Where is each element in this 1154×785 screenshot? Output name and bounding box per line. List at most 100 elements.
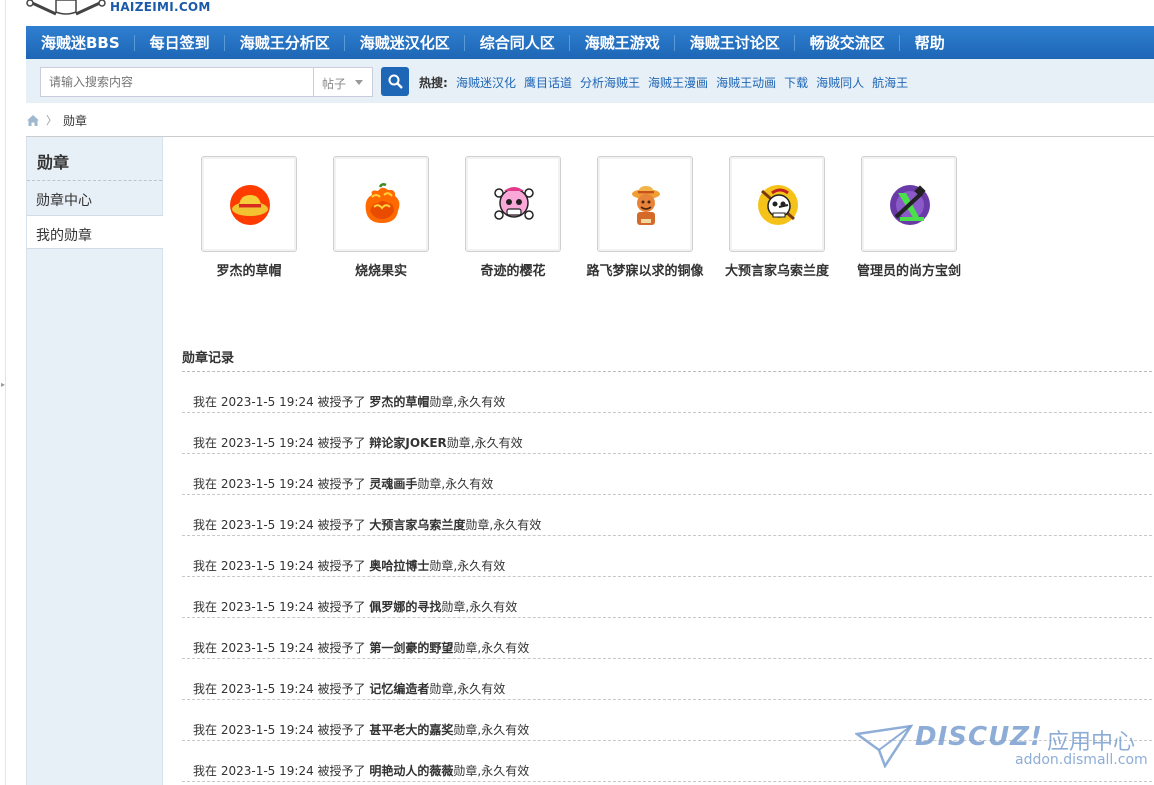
nav-item-fanworks[interactable]: 综合同人区 <box>465 26 570 59</box>
record-granted: 被授予了 <box>317 518 366 532</box>
nav-item-signin[interactable]: 每日签到 <box>135 26 225 59</box>
main-nav: 海贼迷BBS 每日签到 海贼王分析区 海贼迷汉化区 综合同人区 海贼王游戏 海贼… <box>26 26 1154 59</box>
records-list: 我在 2023-1-5 19:24 被授予了 罗杰的草帽勋章,永久有效 我在 20… <box>182 372 1152 782</box>
hot-search-links: 海贼迷汉化 鹰目话道 分析海贼王 海贼王漫画 海贼王动画 下载 海贼同人 航海王 <box>456 74 908 91</box>
sidebar: 勋章 勋章中心 我的勋章 <box>26 137 163 785</box>
hot-link[interactable]: 下载 <box>784 74 808 91</box>
medal-frame <box>861 156 957 252</box>
medal-item[interactable]: 烧烧果实 <box>315 156 447 279</box>
medal-frame <box>597 156 693 252</box>
record-suffix: 勋章,永久有效 <box>429 682 506 696</box>
record-suffix: 勋章,永久有效 <box>429 395 506 409</box>
record-time: 2023-1-5 19:24 <box>220 600 314 614</box>
record-medal-name: 奥哈拉博士 <box>369 559 430 573</box>
nav-item-discussion[interactable]: 海贼王讨论区 <box>675 26 795 59</box>
record-medal-name: 第一剑豪的野望 <box>369 641 454 655</box>
record-row: 我在 2023-1-5 19:24 被授予了 奥哈拉博士勋章,永久有效 <box>182 536 1152 577</box>
home-icon[interactable] <box>26 114 40 127</box>
pink-jolly-roger-icon <box>494 187 534 220</box>
nav-item-analysis[interactable]: 海贼王分析区 <box>225 26 345 59</box>
paper-plane-icon <box>855 724 913 768</box>
record-suffix: 勋章,永久有效 <box>441 600 518 614</box>
hot-search-label: 热搜: <box>419 76 448 90</box>
record-granted: 被授予了 <box>317 600 366 614</box>
search-bar: 帖子 热搜: 海贼迷汉化 鹰目话道 分析海贼王 海贼王漫画 海贼王动画 下载 海… <box>26 59 1154 103</box>
record-time: 2023-1-5 19:24 <box>220 477 314 491</box>
hot-link[interactable]: 分析海贼王 <box>580 74 640 91</box>
hot-link[interactable]: 海贼王漫画 <box>648 74 708 91</box>
medal-item[interactable]: 罗杰的草帽 <box>183 156 315 279</box>
search-type-select[interactable]: 帖子 <box>313 67 373 97</box>
medal-frame <box>729 156 825 252</box>
record-row: 我在 2023-1-5 19:24 被授予了 第一剑豪的野望勋章,永久有效 <box>182 618 1152 659</box>
medal-item[interactable]: 管理员的尚方宝剑 <box>843 156 975 279</box>
nav-item-bbs[interactable]: 海贼迷BBS <box>26 26 135 59</box>
record-granted: 被授予了 <box>317 641 366 655</box>
record-time: 2023-1-5 19:24 <box>220 641 314 655</box>
breadcrumb-separator-icon: 〉 <box>46 114 57 127</box>
medal-item[interactable]: 大预言家乌索兰度 <box>711 156 843 279</box>
breadcrumb-divider <box>26 136 1154 137</box>
watermark-url: addon.dismall.com <box>1015 752 1148 768</box>
medal-name: 烧烧果实 <box>354 264 407 279</box>
medal-name: 奇迹的樱花 <box>480 264 546 279</box>
sidebar-item-my-medals[interactable]: 我的勋章 <box>27 215 163 249</box>
breadcrumb-current: 勋章 <box>63 113 88 128</box>
nav-item-help[interactable]: 帮助 <box>900 26 960 59</box>
search-button[interactable] <box>381 67 409 96</box>
record-granted: 被授予了 <box>317 436 366 450</box>
medal-item[interactable]: 奇迹的樱花 <box>447 156 579 279</box>
record-suffix: 勋章,永久有效 <box>429 559 506 573</box>
record-medal-name: 佩罗娜的寻找 <box>369 600 442 614</box>
left-edge-strip: ▸ <box>0 0 6 785</box>
devil-fruit-icon <box>365 183 400 223</box>
medal-name: 大预言家乌索兰度 <box>724 264 829 279</box>
search-icon <box>388 74 403 89</box>
hot-link[interactable]: 海贼王动画 <box>716 74 776 91</box>
record-suffix: 勋章,永久有效 <box>453 723 530 737</box>
medal-frame <box>465 156 561 252</box>
record-granted: 被授予了 <box>317 723 366 737</box>
record-time: 2023-1-5 19:24 <box>220 395 314 409</box>
medal-frame <box>333 156 429 252</box>
record-granted: 被授予了 <box>317 395 366 409</box>
hot-link[interactable]: 海贼同人 <box>816 74 864 91</box>
record-medal-name: 大预言家乌索兰度 <box>369 518 466 532</box>
record-suffix: 勋章,永久有效 <box>465 518 542 532</box>
medal-item[interactable]: 路飞梦寐以求的铜像 <box>579 156 711 279</box>
search-input[interactable] <box>40 67 313 97</box>
straw-hat-icon <box>230 185 270 225</box>
logo-text: HAIZEIMI.COM <box>110 0 211 14</box>
admin-sword-icon <box>890 185 930 225</box>
medal-frame <box>201 156 297 252</box>
record-medal-name: 灵魂画手 <box>369 477 418 491</box>
record-suffix: 勋章,永久有效 <box>453 641 530 655</box>
record-time: 2023-1-5 19:24 <box>220 723 314 737</box>
record-row: 我在 2023-1-5 19:24 被授予了 辩论家JOKER勋章,永久有效 <box>182 413 1152 454</box>
breadcrumb: 〉 勋章 <box>26 111 87 129</box>
record-granted: 被授予了 <box>317 764 366 778</box>
record-medal-name: 辩论家JOKER <box>369 436 447 450</box>
hot-link[interactable]: 鹰目话道 <box>524 74 572 91</box>
hot-link[interactable]: 航海王 <box>872 74 908 91</box>
sidebar-item-medal-center[interactable]: 勋章中心 <box>27 181 162 215</box>
collapse-arrow-icon[interactable]: ▸ <box>1 380 5 389</box>
record-prefix: 我在 <box>193 436 218 450</box>
record-prefix: 我在 <box>193 477 218 491</box>
nav-item-chat[interactable]: 畅谈交流区 <box>795 26 900 59</box>
record-prefix: 我在 <box>193 682 218 696</box>
nav-item-games[interactable]: 海贼王游戏 <box>570 26 675 59</box>
record-row: 我在 2023-1-5 19:24 被授予了 大预言家乌索兰度勋章,永久有效 <box>182 495 1152 536</box>
records-title: 勋章记录 <box>182 351 235 366</box>
record-medal-name: 记忆编造者 <box>369 682 430 696</box>
record-row: 我在 2023-1-5 19:24 被授予了 罗杰的草帽勋章,永久有效 <box>182 372 1152 413</box>
record-row: 我在 2023-1-5 19:24 被授予了 灵魂画手勋章,永久有效 <box>182 454 1152 495</box>
record-granted: 被授予了 <box>317 682 366 696</box>
hot-link[interactable]: 海贼迷汉化 <box>456 74 516 91</box>
luffy-statue-icon <box>632 186 660 225</box>
record-granted: 被授予了 <box>317 559 366 573</box>
record-medal-name: 明艳动人的薇薇 <box>369 764 454 778</box>
record-time: 2023-1-5 19:24 <box>220 559 314 573</box>
nav-item-translation[interactable]: 海贼迷汉化区 <box>345 26 465 59</box>
record-row: 我在 2023-1-5 19:24 被授予了 记忆编造者勋章,永久有效 <box>182 659 1152 700</box>
